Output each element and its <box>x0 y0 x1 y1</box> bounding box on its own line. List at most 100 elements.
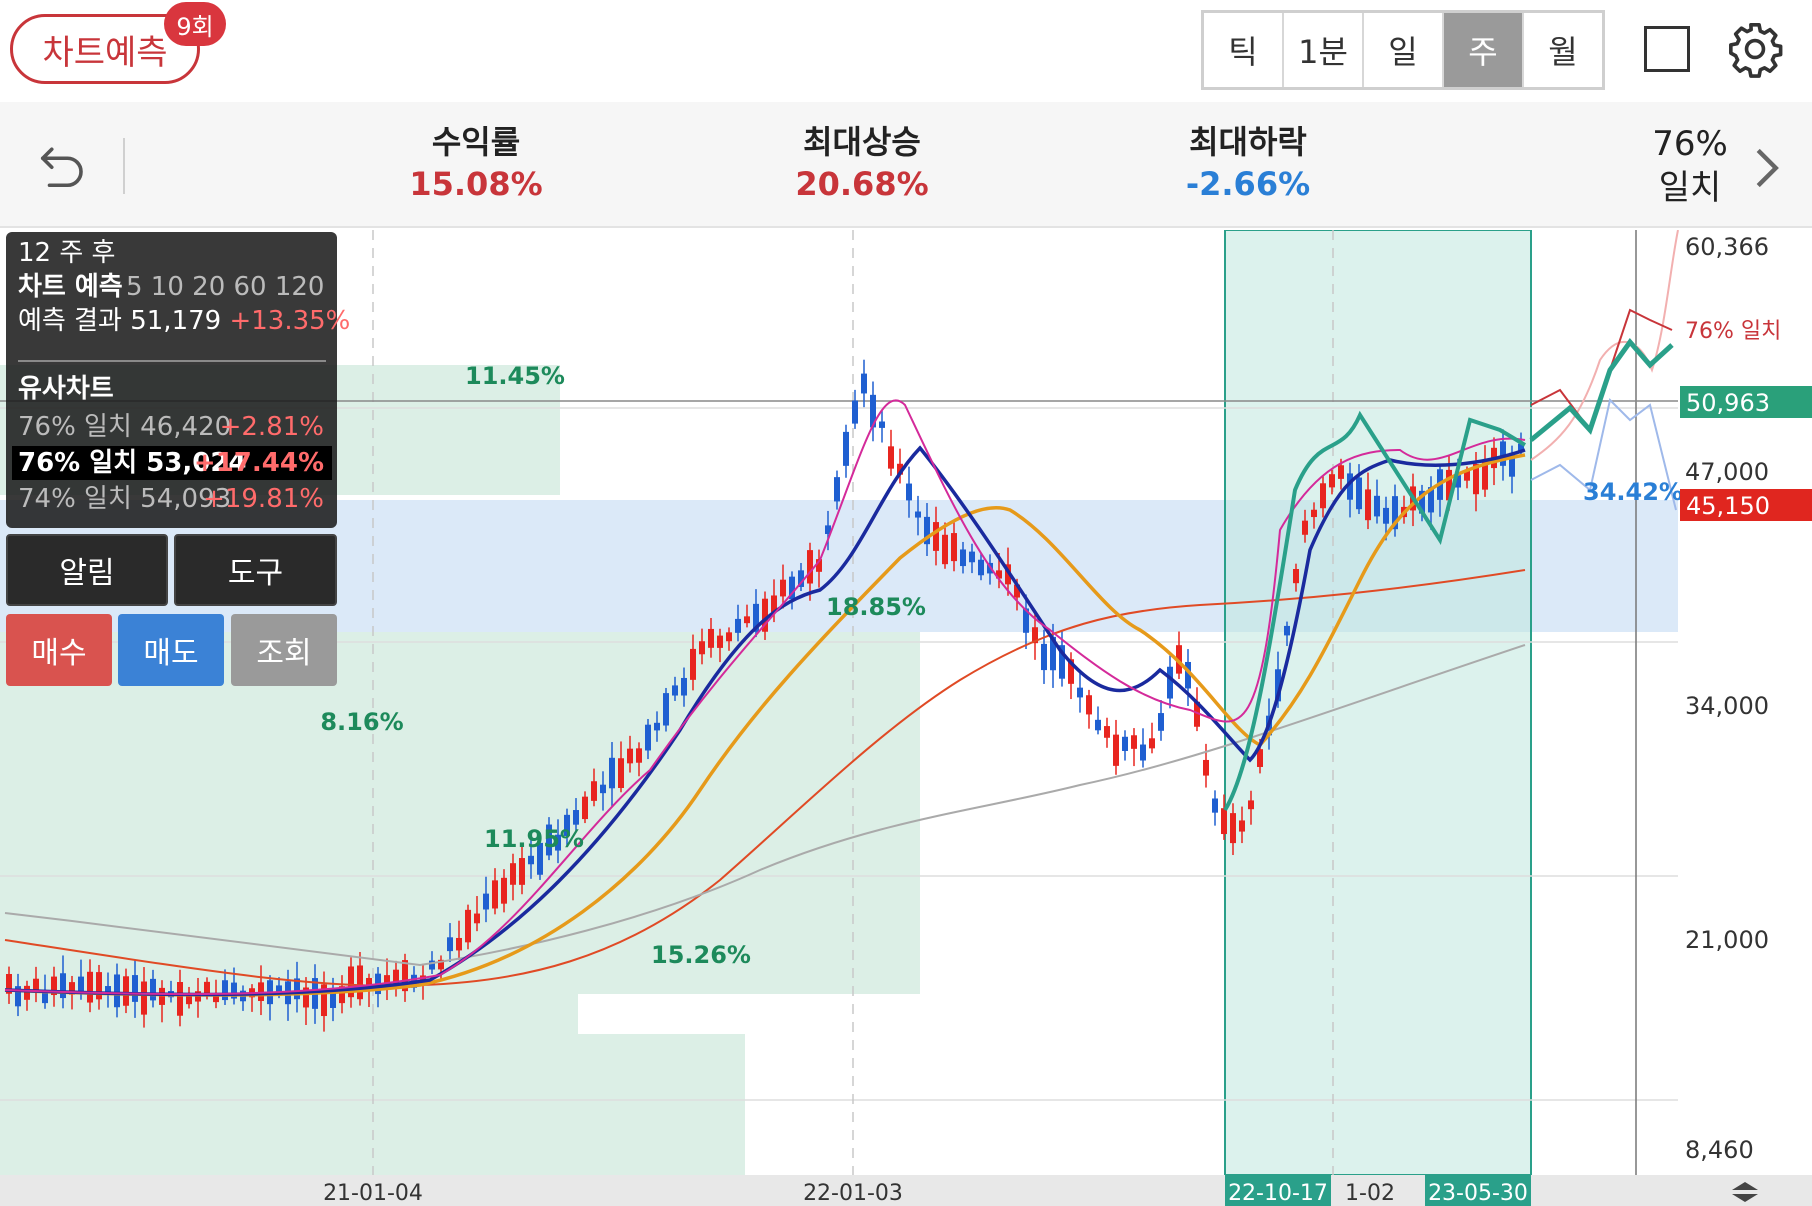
candle-body <box>1248 800 1254 810</box>
similar-value: 46,420 <box>140 412 232 442</box>
similar-row-selected[interactable]: 76% 일치 53,024 +17.44% <box>12 446 332 480</box>
y-tick-label: 47,000 <box>1685 458 1769 486</box>
range-start-label: 22-10-17 <box>1228 1181 1328 1206</box>
info-title: 차트 예측 <box>18 272 123 302</box>
similar-row[interactable]: 74% 일치 54,093 +19.81% <box>12 482 332 516</box>
candle-body <box>123 976 129 1006</box>
zone-pct-label: 8.16% <box>320 708 403 736</box>
match-label: 일치 <box>1658 168 1722 208</box>
candle-body <box>879 421 885 428</box>
candle-body <box>1212 798 1218 813</box>
result-label: 예측 결과 <box>18 306 122 336</box>
stat-max-up: 최대상승 20.68% <box>732 122 992 206</box>
predict-count-badge: 9회 <box>164 2 226 46</box>
candle-body <box>42 992 48 1004</box>
candle-body <box>1338 465 1344 479</box>
candle-body <box>672 685 678 696</box>
candle-body <box>1122 736 1128 751</box>
candle-body <box>150 978 156 1001</box>
candle-body <box>852 400 858 424</box>
similar-label: 74% 일치 <box>18 484 132 514</box>
candle-body <box>1086 695 1092 715</box>
result-value: 51,179 <box>130 306 222 336</box>
candle-body <box>609 757 615 789</box>
zone-pct-label: 18.85% <box>826 593 926 621</box>
candle-body <box>654 722 660 731</box>
candle-body <box>177 982 183 1016</box>
candle-body <box>465 909 471 943</box>
candle-body <box>1293 569 1299 584</box>
result-row: 예측 결과 51,179 +13.35% <box>18 304 350 338</box>
alarm-button[interactable]: 알림 <box>6 534 168 606</box>
stat-max-down-value: -2.66% <box>1185 165 1311 203</box>
tools-button[interactable]: 도구 <box>174 534 337 606</box>
back-arrow-icon[interactable] <box>36 138 90 192</box>
gear-icon[interactable] <box>1726 20 1784 78</box>
candle-body <box>645 724 651 751</box>
candle-body <box>978 559 984 576</box>
candle-body <box>24 985 30 1000</box>
stat-return: 수익률 15.08% <box>346 122 606 206</box>
candle-body <box>726 632 732 642</box>
candle-body <box>861 373 867 394</box>
candle-body <box>1158 713 1164 731</box>
current-price-value: 50,963 <box>1686 389 1770 417</box>
y-tick-label: 34,000 <box>1685 692 1769 720</box>
candle-body <box>1095 719 1101 731</box>
match-summary[interactable]: 76% 일치 <box>1640 122 1740 210</box>
candle-body <box>510 863 516 885</box>
candle-body <box>1284 625 1290 636</box>
candle-body <box>1302 520 1308 535</box>
sell-button[interactable]: 매도 <box>118 614 224 686</box>
candle-body <box>915 511 921 518</box>
zone-pct-label: 15.26% <box>651 941 751 969</box>
zone-pct-label: 11.45% <box>465 362 565 390</box>
candle-body <box>483 893 489 910</box>
candle-body <box>1221 808 1227 835</box>
candle-body <box>501 877 507 904</box>
candle-body <box>222 980 228 1001</box>
candle-body <box>474 913 480 924</box>
candle-body <box>1113 734 1119 766</box>
similar-pct: +17.44% <box>193 448 324 478</box>
ma-legend: 5 10 20 60 120 <box>126 272 325 302</box>
period-tab-month[interactable]: 월 <box>1524 13 1602 87</box>
chevron-right-icon[interactable] <box>1752 146 1782 190</box>
candle-body <box>1239 820 1245 832</box>
y-tick-label: 60,366 <box>1685 233 1769 261</box>
x-tick-label: 22-01-03 <box>803 1181 903 1206</box>
candle-body <box>735 618 741 633</box>
square-icon[interactable] <box>1644 26 1690 72</box>
prediction-info-panel: 12 주 후 차트 예측 5 10 20 60 120 예측 결과 51,179… <box>6 232 350 528</box>
stats-divider <box>123 138 125 194</box>
similar-row[interactable]: 76% 일치 46,420 +2.81% <box>12 410 332 444</box>
candle-body <box>600 784 606 794</box>
candle-body <box>447 937 453 952</box>
candle-body <box>969 551 975 563</box>
candle-body <box>960 549 966 567</box>
x-tick-label: 1-02 <box>1345 1181 1395 1206</box>
candle-body <box>519 858 525 885</box>
candle-body <box>627 748 633 764</box>
candle-body <box>60 973 66 999</box>
info-separator <box>18 360 326 362</box>
view-button[interactable]: 조회 <box>231 614 337 686</box>
candle-body <box>1149 738 1155 749</box>
period-tab-week[interactable]: 주 <box>1444 13 1524 87</box>
candle-body <box>591 781 597 801</box>
candle-body <box>1131 735 1137 749</box>
y-tick-label: 8,460 <box>1685 1136 1754 1164</box>
candle-body <box>708 628 714 648</box>
candle-body <box>699 641 705 655</box>
candle-body <box>456 937 462 951</box>
similar-pct: +19.81% <box>203 484 324 514</box>
period-tab-tick[interactable]: 틱 <box>1204 13 1284 87</box>
period-tab-day[interactable]: 일 <box>1364 13 1444 87</box>
buy-button[interactable]: 매수 <box>6 614 112 686</box>
candle-body <box>1500 441 1506 466</box>
period-tab-1min[interactable]: 1분 <box>1284 13 1364 87</box>
candle-body <box>1167 666 1173 699</box>
candle-body <box>744 616 750 624</box>
x-tick-label: 21-01-04 <box>323 1181 423 1206</box>
candle-body <box>933 522 939 551</box>
